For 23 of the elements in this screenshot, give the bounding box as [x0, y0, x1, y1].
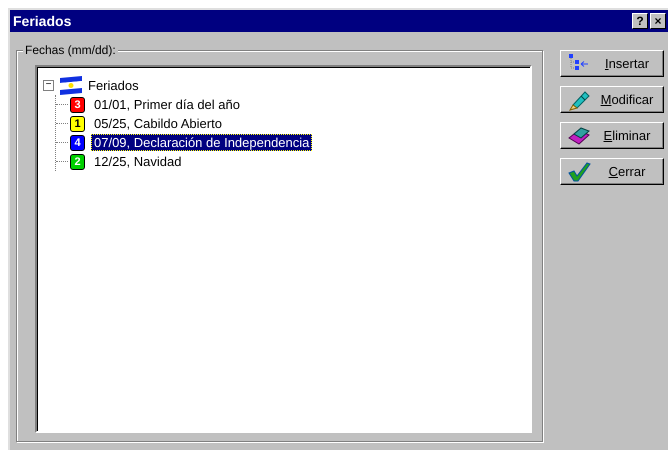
dialog-button[interactable]: Eliminar [560, 122, 664, 149]
dialog-button[interactable]: Modificar [560, 86, 664, 113]
close-button[interactable]: × [650, 13, 666, 29]
window-title: Feriados [13, 13, 72, 29]
checkmark-icon [567, 160, 591, 182]
tree-node[interactable]: 12/25, Navidad [91, 153, 184, 170]
tree-view[interactable]: − Feriados 3 01/01, Primer día del año 1 05/25, Cabildo Abierto 4 07/09, Declaración de Independencia 2 12/25, Navidad [35, 65, 532, 433]
badge: 1 [70, 116, 85, 132]
tree-node[interactable]: 07/09, Declaración de Independencia [91, 134, 312, 151]
tree-node[interactable]: 01/01, Primer día del año [91, 96, 243, 113]
pen-icon [567, 88, 591, 110]
eraser-icon [567, 124, 591, 146]
badge: 3 [70, 96, 85, 112]
badge: 2 [70, 154, 85, 170]
collapse-toggle[interactable]: − [43, 80, 54, 90]
dialog-button[interactable]: Insertar [560, 50, 664, 77]
tree-node[interactable]: Feriados [88, 78, 139, 92]
flag-icon [58, 75, 84, 95]
tree-node[interactable]: 05/25, Cabildo Abierto [91, 115, 225, 132]
group-label: Fechas (mm/dd): [23, 43, 118, 57]
help-button[interactable]: ? [632, 13, 648, 29]
dialog-button[interactable]: Cerrar [560, 158, 664, 185]
badge: 4 [70, 134, 85, 150]
